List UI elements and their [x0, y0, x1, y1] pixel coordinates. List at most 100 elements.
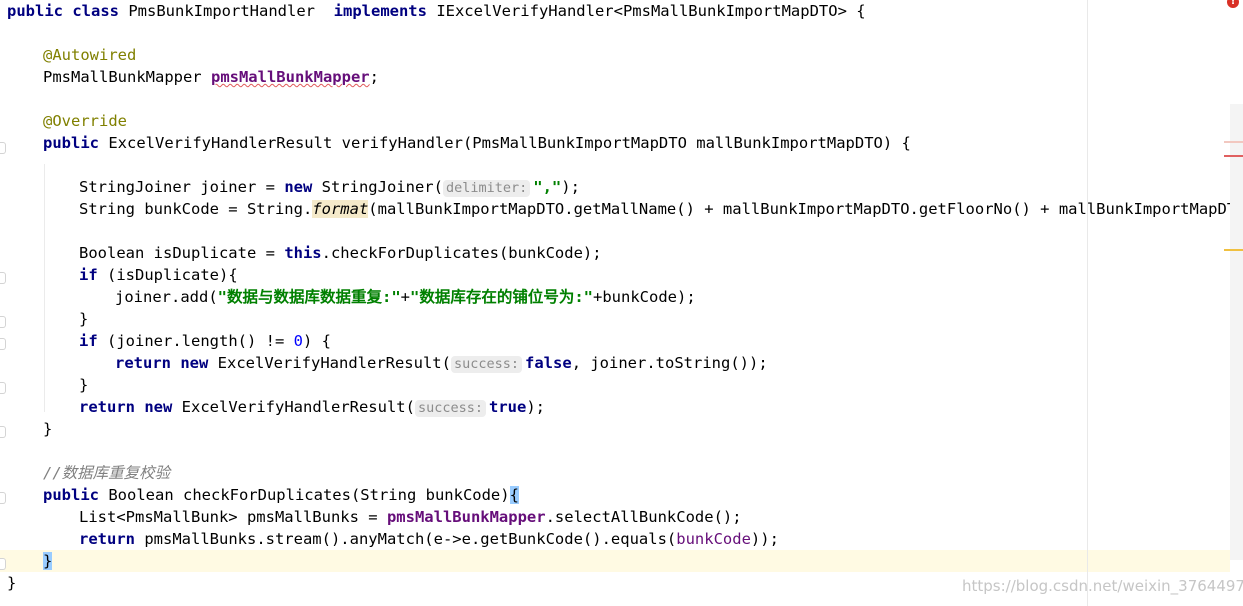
keyword: if — [79, 332, 98, 350]
code-text: joiner.add( — [115, 288, 218, 306]
keyword: return — [79, 530, 135, 548]
keyword: true — [489, 398, 527, 416]
code-line[interactable]: @Override — [43, 110, 127, 132]
code-text: ) { — [302, 332, 331, 350]
code-text: } — [79, 376, 89, 394]
code-text: Boolean isDuplicate = — [79, 244, 285, 262]
code-line[interactable]: StringJoiner joiner = new StringJoiner(d… — [79, 176, 580, 198]
code-line[interactable]: return pmsMallBunks.stream().anyMatch(e-… — [79, 528, 779, 550]
code-line[interactable]: joiner.add("数据与数据库数据重复:"+"数据库存在的铺位号为:"+b… — [115, 286, 696, 308]
code-line[interactable]: public ExcelVerifyHandlerResult verifyHa… — [43, 132, 911, 154]
fold-marker[interactable] — [0, 272, 6, 284]
code-line[interactable]: PmsMallBunkMapper pmsMallBunkMapper; — [43, 66, 379, 88]
static-method: format — [312, 200, 369, 218]
keyword: if — [79, 266, 98, 284]
code-line[interactable]: if (joiner.length() != 0) { — [79, 330, 331, 352]
keyword: public — [7, 2, 63, 20]
code-line[interactable]: return new ExcelVerifyHandlerResult(succ… — [115, 352, 768, 374]
code-line[interactable]: return new ExcelVerifyHandlerResult(succ… — [79, 396, 545, 418]
code-text: PmsMallBunkMapper — [43, 68, 211, 86]
string-literal: "数据与数据库数据重复:" — [217, 288, 401, 306]
string-literal: "," — [533, 178, 562, 196]
keyword: false — [525, 354, 572, 372]
parameter-hint: success: — [450, 356, 523, 373]
code-text: StringJoiner( — [312, 178, 443, 196]
keyword: new — [284, 178, 313, 196]
code-text: } — [7, 574, 17, 592]
keyword: new — [144, 398, 173, 416]
keyword: new — [180, 354, 209, 372]
code-line[interactable]: List<PmsMallBunk> pmsMallBunks = pmsMall… — [79, 506, 742, 528]
code-text: ExcelVerifyHandlerResult verifyHandler(P… — [99, 134, 911, 152]
error-stripe[interactable] — [1230, 104, 1243, 560]
number-literal: 0 — [293, 332, 303, 350]
code-line[interactable]: } — [43, 418, 52, 440]
code-text: (joiner.length() != — [97, 332, 294, 350]
code-line[interactable]: } — [79, 308, 88, 330]
code-line[interactable]: if (isDuplicate){ — [79, 264, 238, 286]
code-text: } — [79, 310, 89, 328]
code-text: +bunkCode); — [593, 288, 696, 306]
warning-marker[interactable] — [1224, 141, 1243, 143]
error-marker[interactable] — [1224, 155, 1243, 157]
keyword: public — [43, 134, 99, 152]
watermark: https://blog.csdn.net/weixin_37644979 — [962, 577, 1243, 595]
keyword: return — [115, 354, 171, 372]
code-line[interactable]: } — [7, 572, 16, 594]
keyword: implements — [333, 2, 427, 20]
error-indicator-icon[interactable]: ! — [1227, 0, 1239, 8]
parameter-reference: bunkCode — [676, 530, 751, 548]
code-editor[interactable]: public class PmsBunkImportHandler implem… — [0, 0, 1243, 606]
code-text: String bunkCode = String. — [79, 200, 313, 218]
fold-marker[interactable] — [0, 338, 6, 350]
code-line[interactable]: } — [79, 374, 88, 396]
fold-marker[interactable] — [0, 382, 6, 394]
fold-marker[interactable] — [0, 492, 6, 504]
code-text: (mallBunkImportMapDTO.getMallName() + ma… — [368, 200, 1243, 218]
code-text: ); — [526, 398, 546, 416]
comment: //数据库重复校验 — [43, 464, 171, 482]
right-margin-guide — [1087, 0, 1088, 606]
matched-brace: } — [43, 552, 53, 570]
annotation: @Override — [43, 112, 127, 130]
string-literal: "数据库存在的铺位号为:" — [410, 288, 593, 306]
keyword: return — [79, 398, 135, 416]
code-line[interactable]: @Autowired — [43, 44, 136, 66]
keyword: class — [72, 2, 120, 20]
code-text: )); — [750, 530, 779, 548]
fold-marker[interactable] — [0, 316, 6, 328]
matched-brace: { — [509, 486, 519, 504]
code-text: ); — [561, 178, 580, 196]
code-line[interactable]: public class PmsBunkImportHandler implem… — [7, 0, 866, 22]
field-reference: pmsMallBunkMapper — [386, 508, 546, 526]
annotation: @Autowired — [43, 46, 137, 64]
keyword: public — [43, 486, 99, 504]
code-text: + — [400, 288, 410, 306]
code-text: , joiner.toString()); — [571, 354, 768, 372]
fold-marker[interactable] — [0, 558, 6, 570]
code-text: List<PmsMallBunk> pmsMallBunks = — [79, 508, 387, 526]
code-line[interactable]: String bunkCode = String.format(mallBunk… — [79, 198, 1243, 220]
code-text: ExcelVerifyHandlerResult( — [208, 354, 451, 372]
parameter-hint: delimiter: — [442, 180, 531, 197]
code-line[interactable]: Boolean isDuplicate = this.checkForDupli… — [79, 242, 602, 264]
code-text: IExcelVerifyHandler<PmsMallBunkImportMap… — [426, 2, 866, 20]
code-text: Boolean checkForDuplicates(String bunkCo… — [99, 486, 510, 504]
fold-marker[interactable] — [0, 142, 6, 154]
warning-marker[interactable] — [1224, 249, 1243, 251]
code-text: pmsMallBunks.stream().anyMatch(e->e.getB… — [135, 530, 677, 548]
code-text: } — [43, 420, 53, 438]
field-reference: pmsMallBunkMapper — [210, 68, 370, 86]
indent-guide — [44, 164, 45, 412]
class-name: PmsBunkImportHandler — [119, 2, 334, 20]
code-text: .selectAllBunkCode(); — [545, 508, 742, 526]
code-line[interactable]: //数据库重复校验 — [43, 462, 170, 484]
code-text: ExcelVerifyHandlerResult( — [172, 398, 415, 416]
fold-marker[interactable] — [0, 426, 6, 438]
parameter-hint: success: — [414, 400, 487, 417]
code-text: StringJoiner joiner = — [79, 178, 285, 196]
code-line[interactable]: public Boolean checkForDuplicates(String… — [43, 484, 519, 506]
code-line[interactable]: } — [43, 550, 53, 572]
code-text: .checkForDuplicates(bunkCode); — [321, 244, 602, 262]
code-text: ; — [369, 68, 379, 86]
